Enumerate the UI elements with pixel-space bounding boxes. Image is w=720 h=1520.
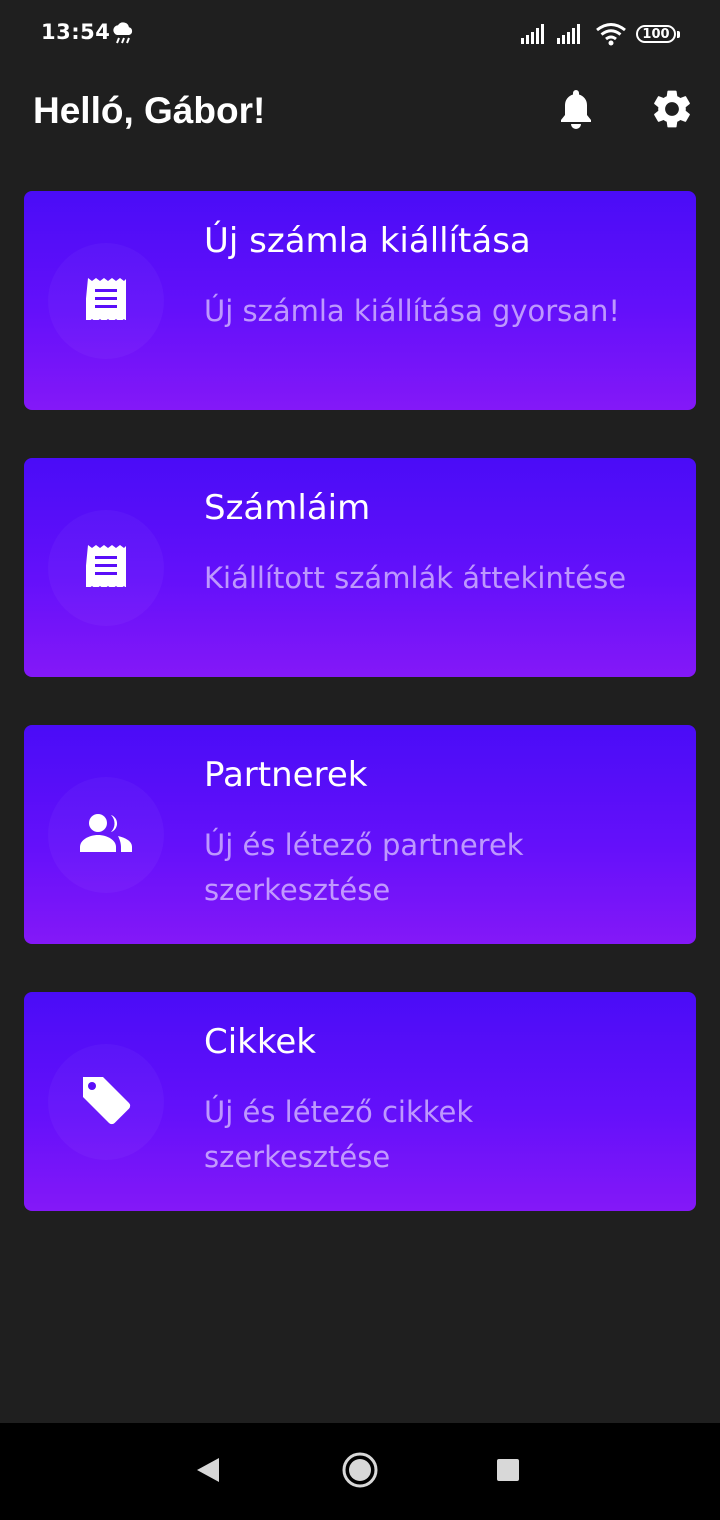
home-screen: 13:54 100 Helló, Gábor! Új számla kiállí…: [0, 0, 720, 1520]
wifi-icon: [595, 22, 627, 50]
people-icon: [78, 812, 134, 858]
settings-button[interactable]: [644, 83, 700, 139]
card-icon-circle: [48, 777, 164, 893]
status-time: 13:54: [41, 20, 111, 44]
home-button[interactable]: [336, 1448, 384, 1496]
gear-icon: [649, 86, 695, 136]
circle-home-icon: [341, 1451, 379, 1493]
bell-icon: [556, 87, 596, 135]
signal-bars-icon: [557, 24, 585, 48]
receipt-icon: [84, 278, 126, 324]
card-description: Kiállított számlák áttekintése: [204, 561, 627, 595]
card-title: Partnerek: [204, 755, 368, 795]
card-description: Új és létező partnerek szerkesztése: [204, 828, 524, 907]
triangle-back-icon: [195, 1456, 221, 1488]
card-description: Új és létező cikkek szerkesztése: [204, 1095, 474, 1174]
card-title: Új számla kiállítása: [204, 221, 531, 261]
card-items[interactable]: Cikkek Új és létező cikkek szerkesztése: [24, 992, 696, 1211]
greeting-title: Helló, Gábor!: [33, 90, 266, 131]
signal-bars-icon: [521, 24, 549, 48]
battery-indicator: 100: [636, 25, 680, 43]
card-icon-circle: [48, 1044, 164, 1160]
square-recent-icon: [495, 1457, 521, 1487]
back-button[interactable]: [184, 1448, 232, 1496]
receipt-icon: [84, 545, 126, 591]
card-icon-circle: [48, 510, 164, 626]
card-description: Új számla kiállítása gyorsan!: [204, 294, 621, 328]
tag-icon: [79, 1073, 133, 1131]
status-bar: 13:54 100: [0, 0, 720, 70]
card-new-invoice[interactable]: Új számla kiállítása Új számla kiállítás…: [24, 191, 696, 410]
card-icon-circle: [48, 243, 164, 359]
cloud-rain-icon: [110, 20, 136, 46]
card-title: Cikkek: [204, 1022, 316, 1062]
card-partners[interactable]: Partnerek Új és létező partnerek szerkes…: [24, 725, 696, 944]
notifications-button[interactable]: [548, 83, 604, 139]
card-my-invoices[interactable]: Számláim Kiállított számlák áttekintése: [24, 458, 696, 677]
system-navigation-bar: [0, 1423, 720, 1520]
recent-apps-button[interactable]: [484, 1448, 532, 1496]
card-title: Számláim: [204, 488, 371, 528]
